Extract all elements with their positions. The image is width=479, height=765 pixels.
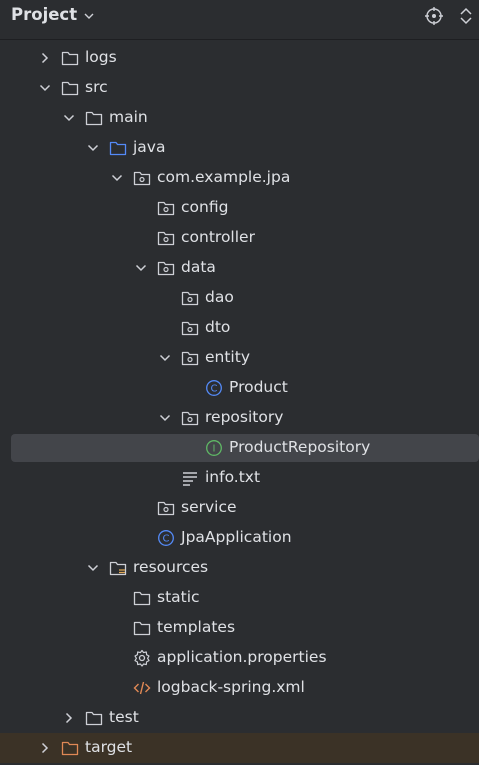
tree-item-label: com.example.jpa [157, 168, 291, 186]
package-icon [157, 499, 175, 517]
tree-row-target[interactable]: target [0, 733, 479, 763]
tree-item-label: Product [229, 378, 288, 396]
tree-item-label: dao [205, 288, 234, 306]
expand-collapse-icon [460, 7, 472, 25]
tree-item-label: service [181, 498, 237, 516]
tree-item-label: config [181, 198, 229, 216]
folder-icon [85, 109, 103, 127]
tree-item-label: logs [85, 48, 117, 66]
tree-row-logs[interactable]: logs [0, 43, 479, 73]
tree-row-resources[interactable]: resources [0, 553, 479, 583]
package-icon [181, 349, 199, 367]
svg-text:C: C [211, 384, 218, 395]
tree-item-label: JpaApplication [181, 528, 292, 546]
resources-folder-icon [109, 559, 127, 577]
tree-item-label: java [133, 138, 166, 156]
tree-row-main[interactable]: main [0, 103, 479, 133]
tree-row-templates[interactable]: templates [0, 613, 479, 643]
tree-item-label: src [85, 78, 108, 96]
tree-row-application-properties[interactable]: application.properties [0, 643, 479, 673]
folder-icon [61, 49, 79, 67]
package-icon [157, 229, 175, 247]
header-divider [0, 39, 479, 40]
text-file-icon [181, 469, 199, 487]
gear-icon [133, 649, 151, 667]
package-icon [181, 319, 199, 337]
expand-collapse-button[interactable] [456, 6, 476, 26]
svg-text:I: I [213, 444, 216, 455]
chevron-down-icon[interactable] [86, 561, 100, 575]
project-panel-header: Project [0, 0, 479, 32]
tree-row-dao[interactable]: dao [0, 283, 479, 313]
class-icon: C [205, 379, 223, 397]
tree-row-dto[interactable]: dto [0, 313, 479, 343]
tree-item-label: controller [181, 228, 255, 246]
chevron-right-icon[interactable] [62, 711, 76, 725]
tree-row-src[interactable]: src [0, 73, 479, 103]
chevron-down-icon[interactable] [86, 141, 100, 155]
tree-row-jpaapplication[interactable]: C JpaApplication [0, 523, 479, 553]
tree-item-label: repository [205, 408, 284, 426]
tree-item-label: logback-spring.xml [157, 678, 305, 696]
tree-item-label: data [181, 258, 216, 276]
chevron-right-icon[interactable] [38, 741, 52, 755]
tree-row-data[interactable]: data [0, 253, 479, 283]
tree-row-productrepository[interactable]: I ProductRepository [0, 433, 479, 463]
panel-title: Project [11, 5, 78, 24]
tree-row-logback-spring-xml[interactable]: logback-spring.xml [0, 673, 479, 703]
chevron-down-icon[interactable] [62, 111, 76, 125]
tree-row-com-example-jpa[interactable]: com.example.jpa [0, 163, 479, 193]
folder-icon [61, 79, 79, 97]
crosshair-icon [425, 7, 443, 25]
tree-item-label: resources [133, 558, 209, 576]
xml-icon [133, 679, 151, 697]
tree-item-label: application.properties [157, 648, 327, 666]
package-icon [157, 199, 175, 217]
tree-row-config[interactable]: config [0, 193, 479, 223]
chevron-down-icon[interactable] [158, 351, 172, 365]
tree-item-label: dto [205, 318, 231, 336]
tree-item-label: templates [157, 618, 236, 636]
excluded-folder-icon [61, 739, 79, 757]
interface-icon: I [205, 439, 223, 457]
tree-row-controller[interactable]: controller [0, 223, 479, 253]
tree-row-repository[interactable]: repository [0, 403, 479, 433]
folder-icon [133, 619, 151, 637]
tree-row-service[interactable]: service [0, 493, 479, 523]
package-icon [181, 409, 199, 427]
chevron-down-icon[interactable] [38, 81, 52, 95]
tree-row-java[interactable]: java [0, 133, 479, 163]
tree-row-info-txt[interactable]: info.txt [0, 463, 479, 493]
class-icon: C [157, 529, 175, 547]
tree-item-label: target [85, 738, 133, 756]
chevron-down-icon[interactable] [110, 171, 124, 185]
tree-item-label: info.txt [205, 468, 261, 486]
tree-item-label: test [109, 708, 139, 726]
svg-text:C: C [163, 534, 170, 545]
source-folder-icon [109, 139, 127, 157]
package-icon [133, 169, 151, 187]
tree-item-label: entity [205, 348, 250, 366]
tree-row-product[interactable]: C Product [0, 373, 479, 403]
chevron-down-icon[interactable] [134, 261, 148, 275]
folder-icon [85, 709, 103, 727]
chevron-down-icon [84, 13, 94, 19]
package-icon [181, 289, 199, 307]
chevron-down-icon[interactable] [158, 411, 172, 425]
package-icon [157, 259, 175, 277]
tree-item-label: ProductRepository [229, 438, 371, 456]
tree-item-label: main [109, 108, 148, 126]
project-tree: logs src main java com.example.jpa config cont… [0, 43, 479, 763]
project-view-selector[interactable]: Project [11, 5, 95, 24]
tree-row-entity[interactable]: entity [0, 343, 479, 373]
tree-item-label: static [157, 588, 200, 606]
select-opened-file-button[interactable] [424, 6, 444, 26]
tree-row-test[interactable]: test [0, 703, 479, 733]
tree-row-static[interactable]: static [0, 583, 479, 613]
folder-icon [133, 589, 151, 607]
chevron-right-icon[interactable] [38, 51, 52, 65]
